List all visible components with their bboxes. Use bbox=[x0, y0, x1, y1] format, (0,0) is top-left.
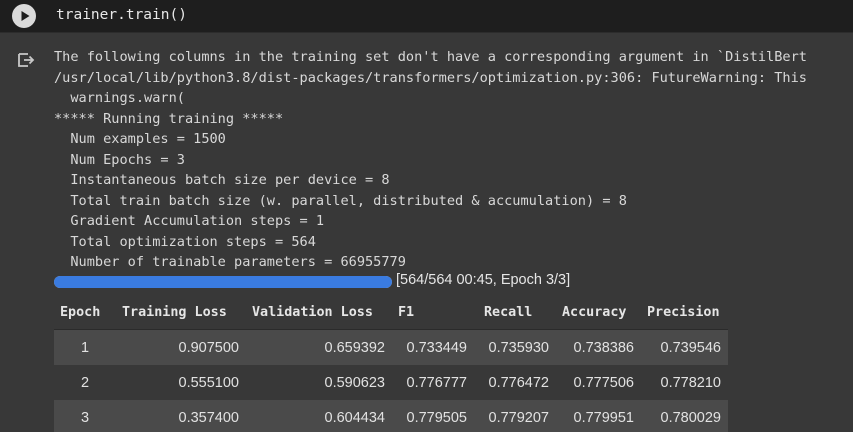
table-cell: 0.735930 bbox=[474, 329, 556, 365]
table-row: 3 0.357400 0.604434 0.779505 0.779207 0.… bbox=[54, 400, 728, 432]
code-text[interactable]: trainer.train() bbox=[56, 6, 187, 24]
play-icon bbox=[21, 11, 30, 21]
table-cell: 0.739546 bbox=[641, 329, 728, 365]
training-log: The following columns in the training se… bbox=[54, 47, 807, 273]
table-cell: 0.777506 bbox=[556, 365, 641, 400]
progress-bar bbox=[54, 276, 392, 288]
log-line: Instantaneous batch size per device = 8 bbox=[54, 172, 390, 188]
table-cell: 0.907500 bbox=[116, 329, 246, 365]
table-cell: 0.659392 bbox=[246, 329, 392, 365]
table-cell: 0.779951 bbox=[556, 400, 641, 432]
column-header: Recall bbox=[474, 295, 556, 330]
code-cell[interactable]: trainer.train() bbox=[0, 0, 853, 32]
log-line: Num examples = 1500 bbox=[54, 131, 226, 147]
table-cell: 0.738386 bbox=[556, 329, 641, 365]
log-line: The following columns in the training se… bbox=[54, 49, 807, 65]
progress-fill bbox=[54, 276, 392, 288]
table-cell: 0.555100 bbox=[116, 365, 246, 400]
table-cell: 0.604434 bbox=[246, 400, 392, 432]
log-line: ***** Running training ***** bbox=[54, 110, 284, 127]
log-line: Gradient Accumulation steps = 1 bbox=[54, 213, 325, 229]
table-cell: 1 bbox=[54, 329, 116, 365]
column-header: Validation Loss bbox=[246, 295, 392, 330]
cell-output: The following columns in the training se… bbox=[0, 32, 853, 432]
output-redirect-icon[interactable] bbox=[17, 51, 35, 69]
log-line: /usr/local/lib/python3.8/dist-packages/t… bbox=[54, 69, 807, 86]
log-line: warnings.warn( bbox=[54, 90, 185, 106]
table-cell: 0.779505 bbox=[392, 400, 474, 432]
table-row: 1 0.907500 0.659392 0.733449 0.735930 0.… bbox=[54, 329, 728, 365]
table-row: 2 0.555100 0.590623 0.776777 0.776472 0.… bbox=[54, 365, 728, 400]
table-cell: 0.590623 bbox=[246, 365, 392, 400]
progress-status: [564/564 00:45, Epoch 3/3] bbox=[396, 272, 571, 288]
table-cell: 0.779207 bbox=[474, 400, 556, 432]
run-cell-button[interactable] bbox=[12, 4, 36, 28]
column-header: F1 bbox=[392, 295, 474, 330]
table-cell: 0.780029 bbox=[641, 400, 728, 432]
table-cell: 0.776472 bbox=[474, 365, 556, 400]
table-cell: 0.776777 bbox=[392, 365, 474, 400]
log-line: Total optimization steps = 564 bbox=[54, 233, 316, 250]
column-header: Epoch bbox=[54, 295, 116, 330]
column-header: Training Loss bbox=[116, 295, 246, 330]
table-cell: 0.357400 bbox=[116, 400, 246, 432]
log-line: Number of trainable parameters = 6695577… bbox=[54, 254, 406, 270]
table-cell: 0.778210 bbox=[641, 365, 728, 400]
table-cell: 2 bbox=[54, 365, 116, 400]
column-header: Accuracy bbox=[556, 295, 641, 330]
log-line: Num Epochs = 3 bbox=[54, 151, 185, 168]
table-header-row: Epoch Training Loss Validation Loss F1 R… bbox=[54, 295, 728, 330]
table-cell: 3 bbox=[54, 400, 116, 432]
column-header: Precision bbox=[641, 295, 728, 330]
log-line: Total train batch size (w. parallel, dis… bbox=[54, 192, 627, 209]
table-cell: 0.733449 bbox=[392, 329, 474, 365]
metrics-table: Epoch Training Loss Validation Loss F1 R… bbox=[54, 295, 728, 432]
